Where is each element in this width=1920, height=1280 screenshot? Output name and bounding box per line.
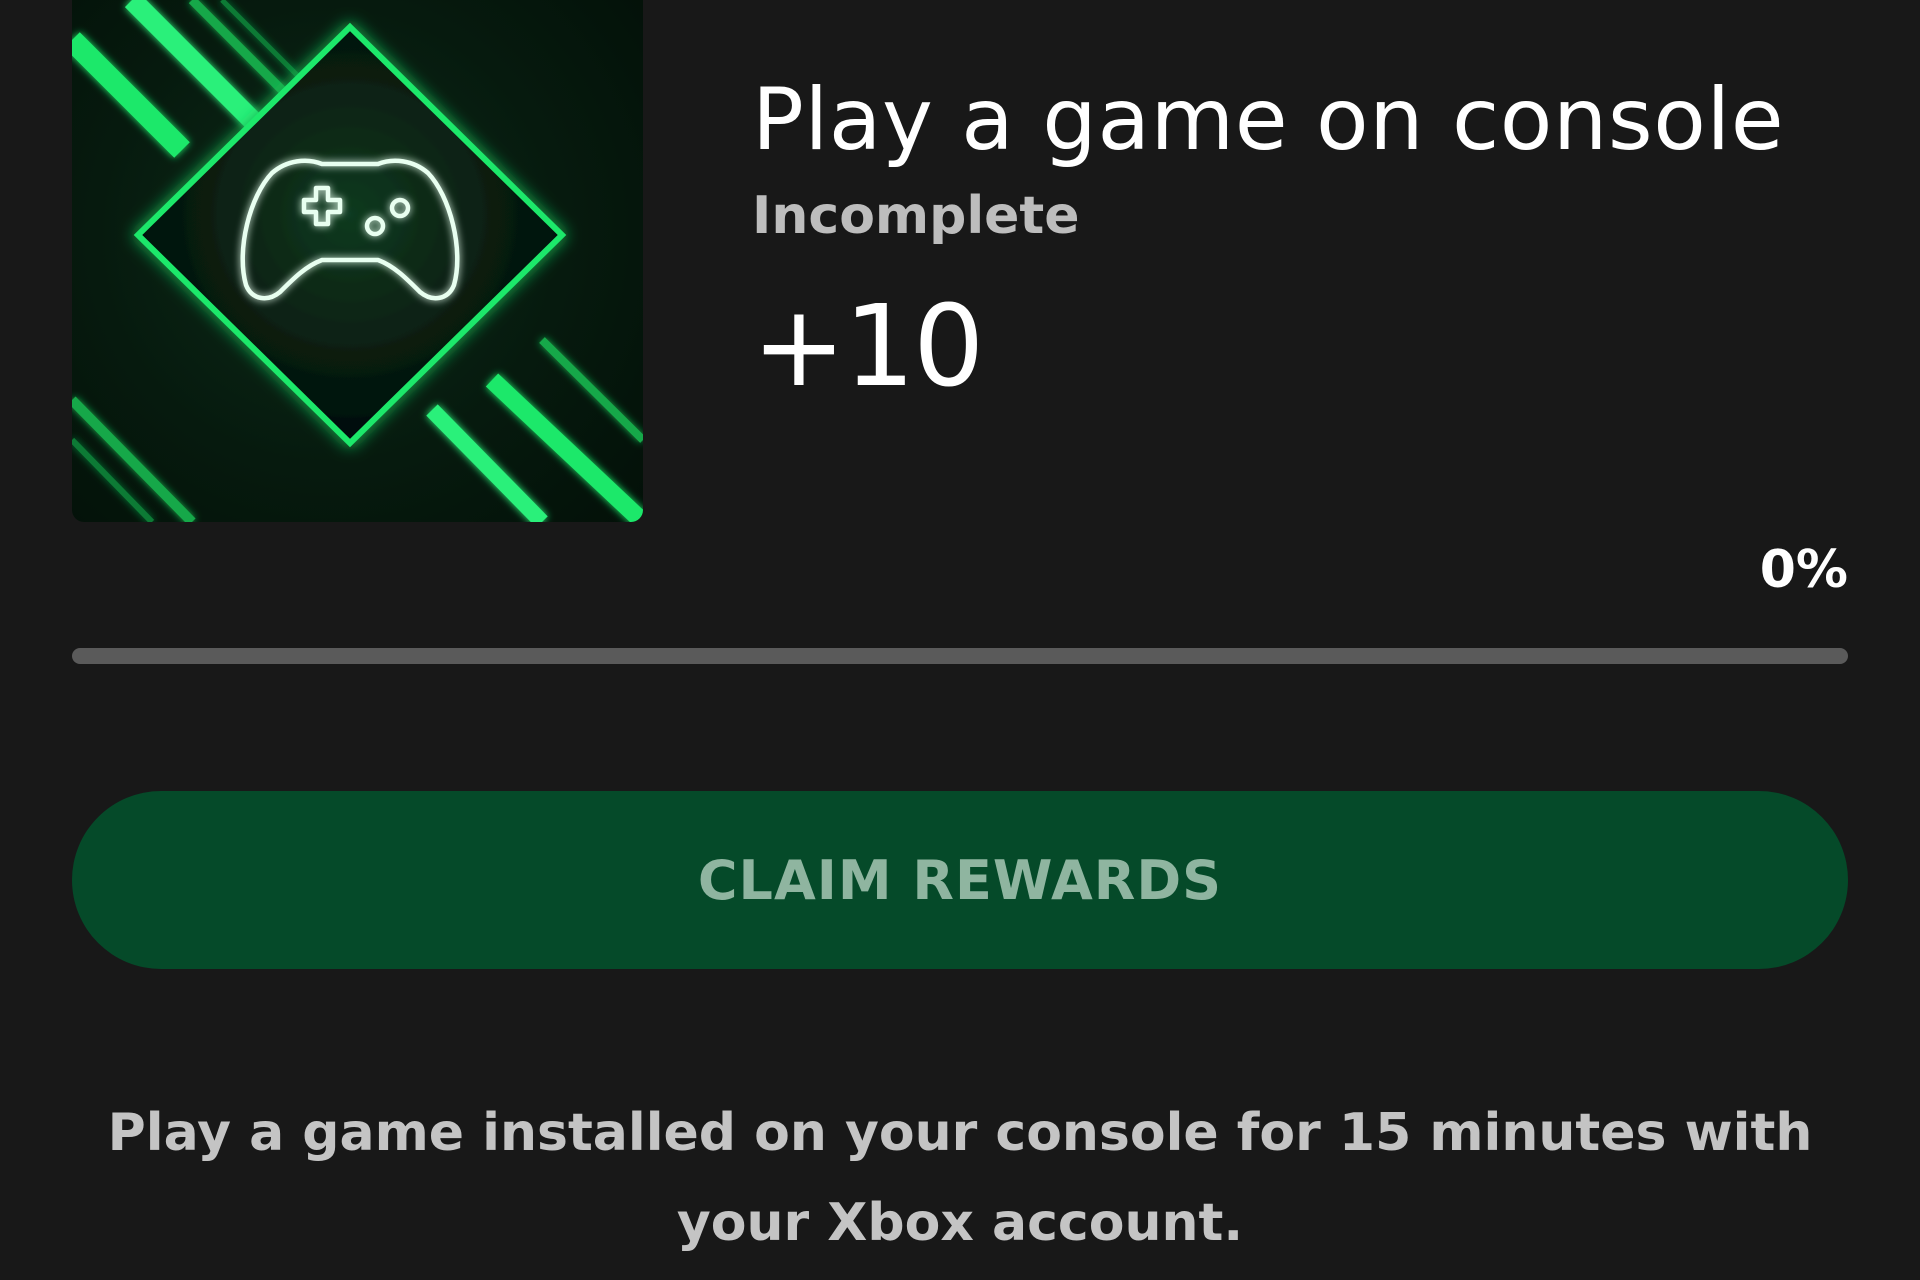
claim-rewards-button[interactable]: CLAIM REWARDS: [72, 791, 1848, 969]
claim-rewards-label: CLAIM REWARDS: [697, 848, 1223, 912]
progress-percent: 0%: [1759, 540, 1848, 600]
progress-bar: [72, 648, 1848, 664]
quest-detail-page: Play a game on console Incomplete +10 0%…: [0, 0, 1920, 1280]
quest-title: Play a game on console: [752, 70, 1785, 170]
quest-status: Incomplete: [752, 186, 1080, 246]
quest-points: +10: [752, 282, 984, 412]
controller-icon: [72, 0, 643, 522]
quest-description: Play a game installed on your console fo…: [107, 1103, 1813, 1253]
quest-image-tile: [72, 0, 643, 522]
